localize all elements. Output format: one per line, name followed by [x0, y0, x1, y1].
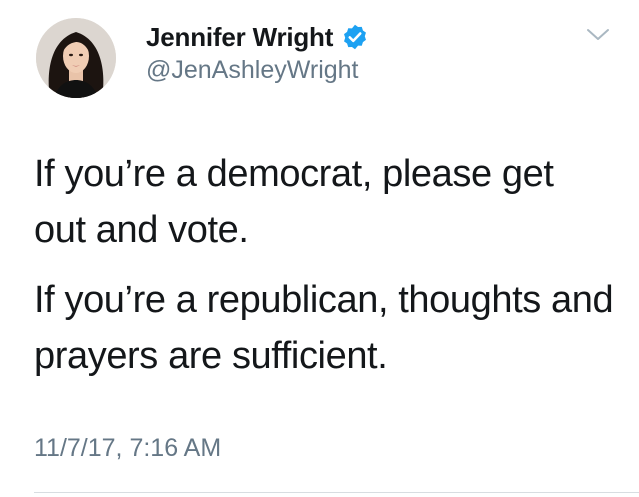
- chevron-down-icon[interactable]: [585, 26, 611, 44]
- divider: [34, 492, 639, 493]
- verified-badge-icon: [341, 23, 369, 51]
- tweet-card: Jennifer Wright @JenAshleyWright If you’…: [0, 0, 639, 497]
- tweet-paragraph: If you’re a democrat, please get out and…: [34, 153, 554, 251]
- user-handle[interactable]: @JenAshleyWright: [146, 56, 369, 85]
- timestamp[interactable]: 11/7/17, 7:16 AM: [34, 434, 221, 463]
- display-name[interactable]: Jennifer Wright: [146, 22, 333, 53]
- tweet-paragraph: If you’re a republican, thoughts and pra…: [34, 279, 614, 377]
- tweet-text: If you’re a democrat, please get out and…: [34, 146, 614, 384]
- profile-photo: [36, 18, 116, 98]
- avatar[interactable]: [36, 18, 116, 98]
- name-row: Jennifer Wright: [146, 22, 369, 52]
- author-info: Jennifer Wright @JenAshleyWright: [146, 22, 369, 85]
